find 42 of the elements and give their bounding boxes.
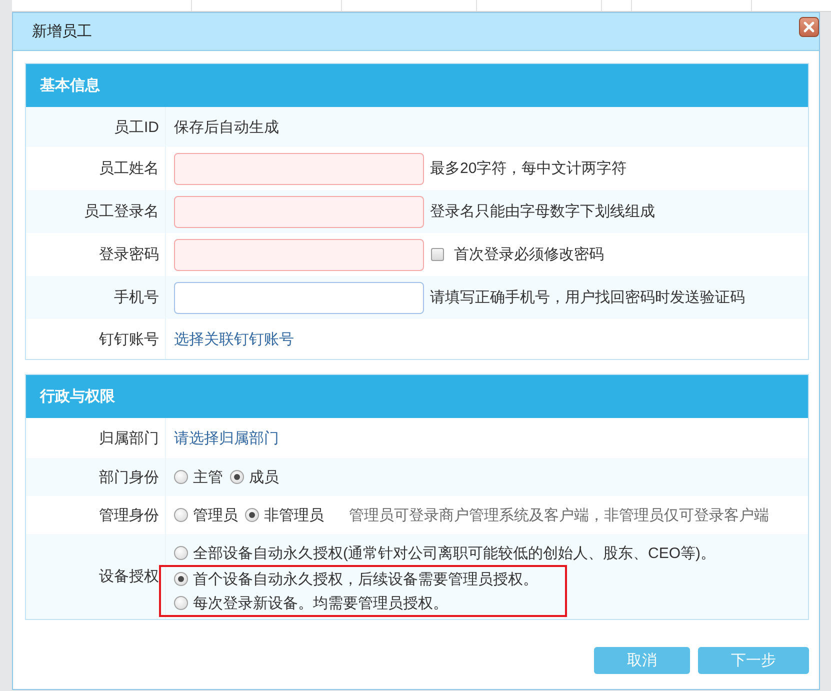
radio-label[interactable]: 全部设备自动永久授权(通常针对公司离职可能较低的创始人、股东、CEO等)。: [193, 542, 716, 564]
radio-label[interactable]: 成员: [249, 466, 279, 488]
text-input[interactable]: [174, 196, 424, 228]
close-icon: [803, 21, 815, 33]
radio-button[interactable]: [230, 470, 244, 484]
field-label: 部门身份: [99, 468, 159, 488]
select-link[interactable]: 请选择归属部门: [174, 428, 279, 448]
text-input[interactable]: [174, 238, 424, 270]
hint-text: 管理员可登录商户管理系统及客户端，非管理员仅可登录客户端: [349, 506, 769, 526]
close-button[interactable]: [799, 17, 819, 37]
radio-button[interactable]: [245, 508, 259, 522]
radio-button[interactable]: [174, 508, 188, 522]
field-label: 设备授权: [99, 567, 159, 587]
hint-text: 最多20字符，每中文计两字符: [430, 159, 627, 179]
radio-label[interactable]: 每次登录新设备。均需要管理员授权。: [193, 592, 448, 614]
field-value: 保存后自动生成: [174, 118, 279, 138]
text-input[interactable]: [174, 152, 424, 184]
field-label: 手机号: [114, 288, 159, 308]
field-label: 登录密码: [99, 245, 159, 265]
field-label: 员工姓名: [99, 159, 159, 179]
select-link[interactable]: 选择关联钉钉账号: [174, 328, 294, 350]
field-label: 归属部门: [99, 428, 159, 448]
section-header: 行政与权限: [26, 375, 808, 418]
field-label: 管理身份: [99, 506, 159, 526]
radio-label[interactable]: 管理员: [193, 504, 238, 526]
field-label: 员工ID: [114, 118, 159, 138]
dialog-title: 新增员工: [32, 22, 92, 42]
radio-button[interactable]: [174, 546, 188, 560]
text-input[interactable]: [174, 282, 424, 314]
hint-text: 请填写正确手机号，用户找回密码时发送验证码: [430, 288, 745, 308]
section-header: 基本信息: [26, 64, 808, 107]
radio-button[interactable]: [174, 470, 188, 484]
field-label: 钉钉账号: [99, 330, 159, 350]
hint-text: 登录名只能由字母数字下划线组成: [430, 202, 655, 222]
radio-label[interactable]: 主管: [193, 466, 223, 488]
field-label: 员工登录名: [84, 202, 159, 222]
radio-button[interactable]: [174, 572, 188, 586]
checkbox-label[interactable]: 首次登录必须修改密码: [454, 244, 604, 265]
radio-button[interactable]: [174, 596, 188, 610]
checkbox[interactable]: [431, 248, 444, 261]
radio-label[interactable]: 非管理员: [264, 504, 324, 526]
radio-label[interactable]: 首个设备自动永久授权，后续设备需要管理员授权。: [193, 568, 538, 590]
